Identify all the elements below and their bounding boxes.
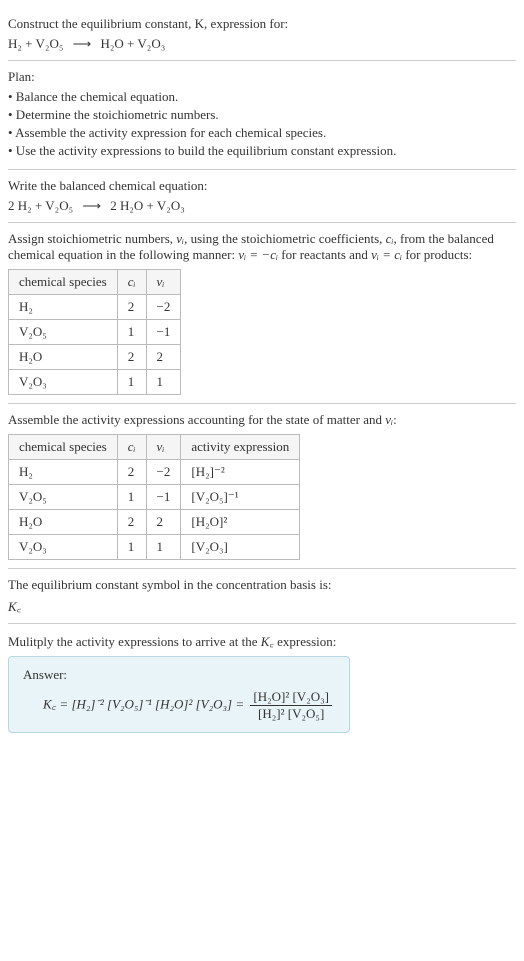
arrow-icon: ⟶ <box>73 36 92 51</box>
eq-right: H₂O + V₂O₃ <box>101 36 166 51</box>
table-row: H₂O22 <box>9 345 181 370</box>
section-activity: Assemble the activity expressions accoun… <box>8 404 516 569</box>
act-title-p2: : <box>393 412 397 427</box>
intro-p4: for reactants and <box>278 247 371 262</box>
ans-title-p2: expression: <box>274 634 336 649</box>
col-ci: cᵢ <box>117 270 146 295</box>
cell-c: 2 <box>117 460 146 485</box>
cell-activity: [H₂O]² <box>181 510 300 535</box>
nu-i-symbol: νᵢ <box>176 231 184 246</box>
col-species: chemical species <box>9 270 118 295</box>
cell-c: 1 <box>117 320 146 345</box>
cell-c: 1 <box>117 535 146 560</box>
table-header-row: chemical species cᵢ νᵢ activity expressi… <box>9 435 300 460</box>
section-stoich: Assign stoichiometric numbers, νᵢ, using… <box>8 223 516 404</box>
plan-item-2: • Determine the stoichiometric numbers. <box>8 107 516 123</box>
rel1: νᵢ = −cᵢ <box>238 247 278 262</box>
arrow-icon: ⟶ <box>82 198 101 213</box>
plan-item-4: • Use the activity expressions to build … <box>8 143 516 159</box>
ans-title-p1: Mulitply the activity expressions to arr… <box>8 634 261 649</box>
table-row: H₂2−2[H₂]⁻² <box>9 460 300 485</box>
answer-box: Answer: K꜀ = [H₂]⁻² [V₂O₅]⁻¹ [H₂O]² [V₂O… <box>8 656 350 733</box>
cell-nu: −1 <box>146 485 181 510</box>
answer-expression: K꜀ = [H₂]⁻² [V₂O₅]⁻¹ [H₂O]² [V₂O₃] = [H₂… <box>23 689 335 722</box>
cell-species: H₂ <box>9 460 118 485</box>
section-balanced: Write the balanced chemical equation: 2 … <box>8 170 516 223</box>
intro-p5: for products: <box>402 247 472 262</box>
rel2: νᵢ = cᵢ <box>371 247 402 262</box>
fraction-numerator: [H₂O]² [V₂O₃] <box>250 689 332 706</box>
cell-species: V₂O₅ <box>9 485 118 510</box>
fraction-denominator: [H₂]² [V₂O₅] <box>250 706 332 722</box>
eq-left: H₂ + V₂O₅ <box>8 36 63 51</box>
kc-symbol: K꜀ <box>8 597 516 615</box>
answer-title: Mulitply the activity expressions to arr… <box>8 632 516 650</box>
section-symbol: The equilibrium constant symbol in the c… <box>8 569 516 624</box>
balanced-equation: 2 H₂ + V₂O₅ ⟶ 2 H₂O + V₂O₃ <box>8 198 516 214</box>
table-row: H₂2−2 <box>9 295 181 320</box>
intro-p2: , using the stoichiometric coefficients, <box>184 231 386 246</box>
section-answer: Mulitply the activity expressions to arr… <box>8 624 516 741</box>
plan-list: • Balance the chemical equation. • Deter… <box>8 89 516 159</box>
plan-title: Plan: <box>8 69 516 85</box>
activity-title: Assemble the activity expressions accoun… <box>8 412 516 428</box>
cell-species: V₂O₃ <box>9 535 118 560</box>
intro-p1: Assign stoichiometric numbers, <box>8 231 176 246</box>
activity-table: chemical species cᵢ νᵢ activity expressi… <box>8 434 300 560</box>
bal-eq-left: 2 H₂ + V₂O₅ <box>8 198 73 213</box>
bal-eq-right: 2 H₂O + V₂O₃ <box>110 198 185 213</box>
cell-c: 2 <box>117 510 146 535</box>
kc-symbol: K꜀ <box>261 634 274 649</box>
cell-nu: 2 <box>146 510 181 535</box>
cell-species: H₂ <box>9 295 118 320</box>
col-activity: activity expression <box>181 435 300 460</box>
plan-item-1: • Balance the chemical equation. <box>8 89 516 105</box>
answer-fraction: [H₂O]² [V₂O₃][H₂]² [V₂O₅] <box>250 689 332 722</box>
table-row: H₂O22[H₂O]² <box>9 510 300 535</box>
table-row: V₂O₃11 <box>9 370 181 395</box>
c-i-symbol: cᵢ <box>386 231 394 246</box>
symbol-title: The equilibrium constant symbol in the c… <box>8 577 516 593</box>
cell-species: H₂O <box>9 510 118 535</box>
table-row: V₂O₃11[V₂O₃] <box>9 535 300 560</box>
cell-c: 1 <box>117 485 146 510</box>
cell-c: 2 <box>117 295 146 320</box>
col-ci: cᵢ <box>117 435 146 460</box>
col-nui: νᵢ <box>146 270 181 295</box>
table-header-row: chemical species cᵢ νᵢ <box>9 270 181 295</box>
cell-nu: 1 <box>146 370 181 395</box>
answer-label: Answer: <box>23 667 335 683</box>
balanced-title: Write the balanced chemical equation: <box>8 178 516 194</box>
cell-nu: −2 <box>146 460 181 485</box>
cell-activity: [V₂O₅]⁻¹ <box>181 485 300 510</box>
cell-c: 1 <box>117 370 146 395</box>
col-nui: νᵢ <box>146 435 181 460</box>
stoich-table: chemical species cᵢ νᵢ H₂2−2 V₂O₅1−1 H₂O… <box>8 269 181 395</box>
plan-item-3: • Assemble the activity expression for e… <box>8 125 516 141</box>
cell-nu: −1 <box>146 320 181 345</box>
cell-activity: [H₂]⁻² <box>181 460 300 485</box>
section-construct: Construct the equilibrium constant, K, e… <box>8 8 516 61</box>
cell-species: V₂O₃ <box>9 370 118 395</box>
stoich-intro: Assign stoichiometric numbers, νᵢ, using… <box>8 231 516 263</box>
unbalanced-equation: H₂ + V₂O₅ ⟶ H₂O + V₂O₃ <box>8 36 516 52</box>
col-species: chemical species <box>9 435 118 460</box>
cell-species: V₂O₅ <box>9 320 118 345</box>
construct-title: Construct the equilibrium constant, K, e… <box>8 16 516 32</box>
table-row: V₂O₅1−1 <box>9 320 181 345</box>
construct-title-text: Construct the equilibrium constant, K, e… <box>8 16 288 31</box>
nu-i-symbol: νᵢ <box>385 412 393 427</box>
act-title-p1: Assemble the activity expressions accoun… <box>8 412 385 427</box>
cell-nu: 1 <box>146 535 181 560</box>
cell-c: 2 <box>117 345 146 370</box>
cell-nu: −2 <box>146 295 181 320</box>
table-row: V₂O₅1−1[V₂O₅]⁻¹ <box>9 485 300 510</box>
section-plan: Plan: • Balance the chemical equation. •… <box>8 61 516 170</box>
cell-nu: 2 <box>146 345 181 370</box>
cell-species: H₂O <box>9 345 118 370</box>
answer-lhs: K꜀ = [H₂]⁻² [V₂O₅]⁻¹ [H₂O]² [V₂O₃] = <box>43 696 247 711</box>
cell-activity: [V₂O₃] <box>181 535 300 560</box>
